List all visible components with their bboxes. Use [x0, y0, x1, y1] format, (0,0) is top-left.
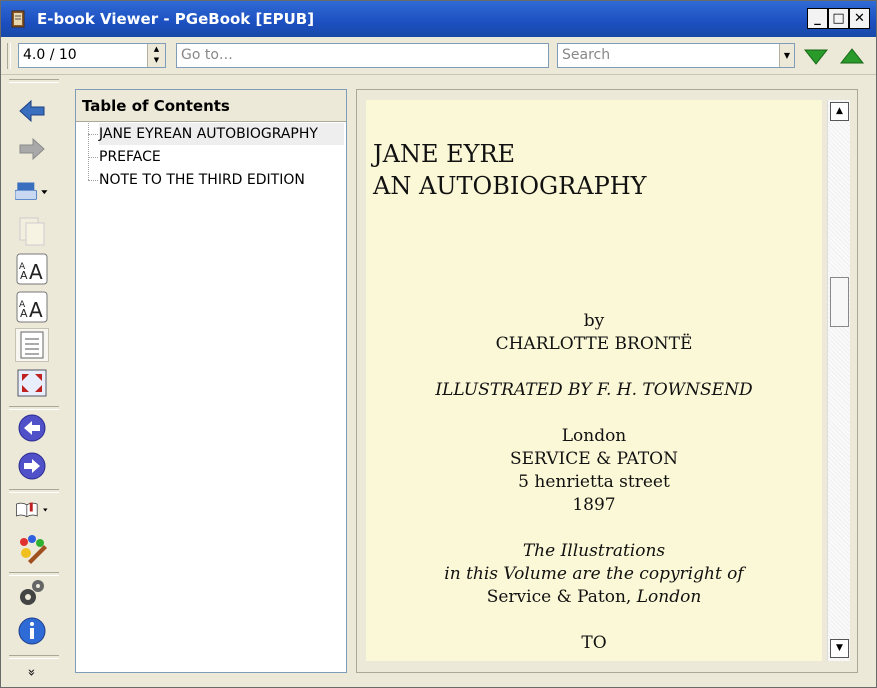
svg-text:A: A	[29, 260, 43, 284]
tree-guide	[88, 157, 98, 158]
copyright-note-line3: Service & Paton, London	[366, 587, 822, 607]
goto-input[interactable]: Go to…	[176, 43, 549, 68]
fullscreen-button[interactable]	[15, 366, 49, 400]
close-button[interactable]: ✕	[849, 8, 870, 29]
theme-button[interactable]	[15, 532, 49, 566]
svg-text:A: A	[19, 300, 26, 310]
title-bar[interactable]: E-book Viewer - PGeBook [EPUB] _ □ ✕	[1, 1, 876, 37]
sidebar-grip[interactable]	[9, 79, 59, 83]
publisher-street: 5 henrietta street	[518, 472, 670, 492]
sidebar-separator	[9, 655, 59, 659]
sidebar-toolbar: AAA AAA »	[1, 75, 63, 687]
copy-button[interactable]	[15, 214, 49, 248]
fullscreen-icon	[17, 369, 47, 397]
up-triangle-icon	[839, 48, 865, 64]
print-button[interactable]	[15, 174, 49, 208]
preferences-icon	[20, 580, 44, 605]
toc-button[interactable]	[15, 328, 49, 362]
spin-up-icon[interactable]: ▲	[148, 44, 165, 55]
window-title: E-book Viewer - PGeBook [EPUB]	[37, 10, 315, 28]
font-larger-icon: AA A	[16, 253, 48, 285]
spin-down-icon[interactable]: ▼	[148, 55, 165, 66]
print-icon	[15, 182, 48, 200]
scroll-up-icon[interactable]: ▲	[830, 102, 849, 121]
ebook-app-icon	[11, 10, 25, 28]
info-button[interactable]	[15, 614, 49, 648]
tree-guide	[88, 123, 89, 180]
sidebar-separator	[9, 406, 59, 410]
search-placeholder: Search	[562, 47, 611, 63]
bookmarks-button[interactable]	[15, 493, 49, 527]
toc-header[interactable]: Table of Contents	[76, 90, 346, 122]
publication-year: 1897	[572, 495, 616, 515]
illustrator-line: ILLUSTRATED BY F. H. TOWNSEND	[435, 380, 753, 400]
toc-panel: Table of Contents JANE EYREAN AUTOBIOGRA…	[75, 89, 347, 673]
goto-placeholder: Go to…	[181, 47, 233, 63]
svg-text:A: A	[29, 298, 43, 322]
app-window: E-book Viewer - PGeBook [EPUB] _ □ ✕ 4.0…	[0, 0, 877, 688]
toc-item[interactable]: PREFACE	[99, 146, 161, 168]
down-triangle-icon	[803, 49, 829, 65]
scroll-down-icon[interactable]: ▼	[830, 639, 849, 658]
bookmarks-icon	[16, 502, 48, 518]
author-name: CHARLOTTE BRONTË	[495, 334, 693, 354]
copyright-holder: Service & Paton,	[486, 587, 637, 607]
copyright-note-line2: in this Volume are the copyright of	[444, 564, 744, 584]
info-icon	[18, 617, 46, 645]
find-next-button[interactable]	[803, 45, 829, 67]
copy-icon	[19, 217, 45, 246]
book-page[interactable]: JANE EYRE AN AUTOBIOGRAPHY by CHARLOTTE …	[366, 100, 822, 661]
search-combobox[interactable]: Search ▼	[557, 43, 795, 68]
spin-arrows[interactable]: ▲ ▼	[147, 44, 165, 67]
position-value[interactable]: 4.0 / 10	[23, 47, 77, 63]
toolbar-grip[interactable]	[7, 43, 11, 69]
back-button[interactable]	[15, 94, 49, 128]
font-smaller-button[interactable]: AAA	[15, 290, 49, 324]
copyright-note-line1: The Illustrations	[522, 541, 666, 561]
dedication-to: TO	[581, 633, 607, 653]
previous-page-button[interactable]	[15, 411, 49, 445]
tree-guide	[88, 180, 98, 181]
toc-item[interactable]: JANE EYREAN AUTOBIOGRAPHY	[99, 123, 344, 145]
theme-icon	[20, 535, 47, 564]
publisher-city: London	[561, 426, 627, 446]
book-title-line2: AN AUTOBIOGRAPHY	[373, 172, 647, 200]
find-previous-button[interactable]	[839, 45, 865, 67]
toc-icon	[20, 331, 44, 359]
previous-page-icon	[18, 414, 46, 442]
font-larger-button[interactable]: AAA	[15, 252, 49, 286]
book-title-line1: JANE EYRE	[373, 140, 516, 168]
toc-item[interactable]: NOTE TO THE THIRD EDITION	[99, 169, 305, 191]
preferences-button[interactable]	[15, 576, 49, 610]
back-icon	[19, 99, 45, 123]
page-scrollbar[interactable]: ▲ ▼	[827, 100, 850, 661]
next-page-icon	[18, 452, 46, 480]
by-line: by	[583, 311, 605, 331]
maximize-button[interactable]: □	[828, 8, 849, 29]
tree-guide	[88, 134, 98, 135]
publisher-name: SERVICE & PATON	[510, 449, 678, 469]
forward-icon	[19, 137, 45, 161]
minimize-button[interactable]: _	[807, 8, 828, 29]
position-spinbox[interactable]: 4.0 / 10 ▲ ▼	[18, 43, 166, 68]
more-icon[interactable]: »	[23, 669, 38, 677]
svg-text:A: A	[19, 262, 26, 272]
copyright-place: London	[636, 587, 702, 607]
next-page-button[interactable]	[15, 449, 49, 483]
chevron-down-icon[interactable]: ▼	[779, 44, 794, 67]
forward-button[interactable]	[15, 132, 49, 166]
scroll-thumb[interactable]	[830, 277, 849, 327]
font-smaller-icon: AA A	[16, 291, 48, 323]
